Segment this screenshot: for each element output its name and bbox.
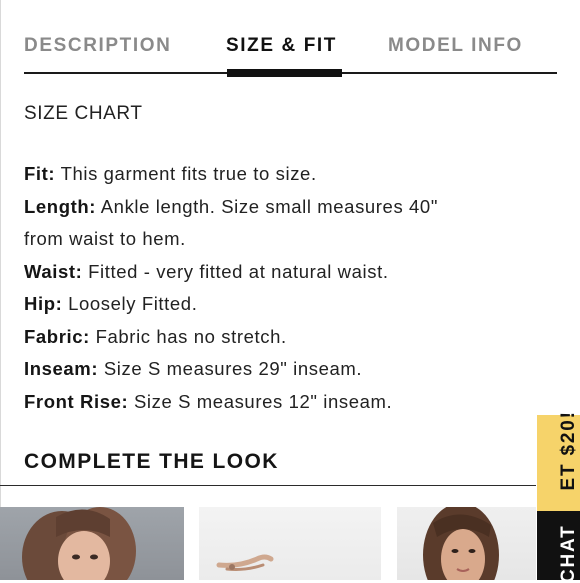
spec-length-continued: from waist to hem.	[24, 223, 544, 256]
spec-label: Waist:	[24, 260, 83, 282]
spec-value: Fitted - very fitted at natural waist.	[82, 260, 389, 282]
complete-the-look-heading: COMPLETE THE LOOK	[24, 450, 279, 473]
spec-front-rise: Front Rise: Size S measures 12" inseam.	[24, 386, 544, 419]
spec-value: Size S measures 29" inseam.	[98, 358, 363, 379]
spec-fit: Fit: This garment fits true to size.	[24, 158, 544, 191]
spec-length: Length: Ankle length. Size small measure…	[24, 191, 544, 224]
page-left-border	[0, 0, 1, 580]
spec-waist: Waist: Fitted - very fitted at natural w…	[24, 256, 544, 289]
fit-specs-list: Fit: This garment fits true to size. Len…	[24, 158, 544, 418]
chat-label: CHAT	[558, 524, 579, 583]
spec-value: from waist to hem.	[24, 228, 186, 249]
complete-look-divider	[0, 485, 536, 486]
spec-label: Front Rise:	[24, 390, 129, 412]
spec-label: Hip:	[24, 293, 63, 314]
product-thumbnail-sandal[interactable]	[199, 507, 381, 580]
spec-value: Fabric has no stretch.	[89, 325, 287, 347]
chat-promo-tab[interactable]: CHAT ET $20!	[537, 0, 580, 583]
spec-inseam: Inseam: Size S measures 29" inseam.	[24, 353, 544, 386]
product-tabs: DESCRIPTION SIZE & FIT MODEL INFO	[0, 0, 580, 80]
spec-label: Fabric:	[24, 325, 90, 347]
sandal-photo	[216, 554, 274, 571]
size-chart-heading: SIZE CHART	[24, 103, 143, 124]
chat-promo-text: CHAT ET $20!	[558, 410, 580, 583]
spec-hip: Hip: Loosely Fitted.	[24, 288, 544, 321]
spec-value: Loosely Fitted.	[62, 293, 198, 314]
model-photo-2	[423, 507, 499, 580]
model-photo-1	[22, 507, 136, 580]
active-tab-indicator	[227, 69, 342, 77]
spec-label: Fit:	[24, 163, 56, 184]
spec-value: This garment fits true to size.	[55, 163, 317, 184]
tab-model-info[interactable]: MODEL INFO	[388, 35, 523, 57]
spec-fabric: Fabric: Fabric has no stretch.	[24, 321, 544, 354]
spec-label: Inseam:	[24, 358, 99, 379]
promo-label: ET $20!	[558, 410, 579, 491]
product-thumbnail-model-1[interactable]	[0, 507, 184, 580]
spec-label: Length:	[24, 195, 97, 217]
tab-description[interactable]: DESCRIPTION	[24, 35, 171, 57]
spec-value: Ankle length. Size small measures 40"	[96, 195, 438, 217]
tab-size-fit[interactable]: SIZE & FIT	[226, 35, 337, 57]
spec-value: Size S measures 12" inseam.	[128, 390, 393, 412]
product-thumbnail-model-2[interactable]	[397, 507, 536, 580]
